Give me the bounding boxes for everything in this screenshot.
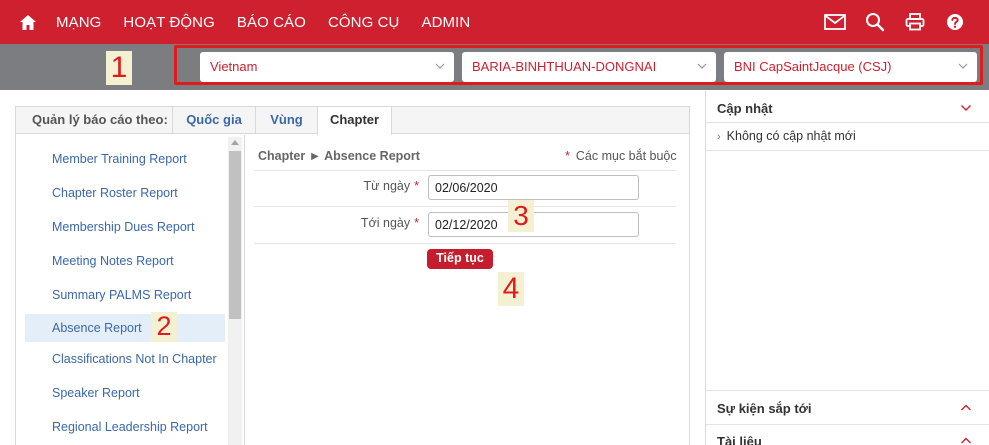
scroll-up-arrow-icon[interactable] — [231, 140, 239, 145]
to-date-label: Tới ngày * — [329, 216, 419, 230]
chevron-up-icon[interactable] — [960, 402, 972, 414]
chevron-down-icon — [435, 63, 445, 69]
events-title[interactable]: Sự kiện sắp tới — [717, 401, 812, 416]
required-note: * Các mục bắt buộc — [565, 149, 677, 163]
mail-button[interactable] — [815, 0, 855, 44]
home-button[interactable] — [0, 0, 56, 44]
report-membership-dues[interactable]: Membership Dues Report — [25, 213, 225, 241]
chevron-down-icon[interactable] — [960, 102, 972, 114]
help-button[interactable] — [935, 0, 975, 44]
region-select-value: BARIA-BINHTHUAN-DONGNAI — [472, 59, 657, 74]
report-member-training[interactable]: Member Training Report — [25, 145, 225, 173]
form-divider — [254, 243, 676, 244]
chapter-select-value: BNI CapSaintJacque (CSJ) — [734, 59, 892, 74]
chevron-down-icon — [958, 63, 968, 69]
required-star: * — [414, 179, 419, 193]
report-list: Member Training Report Chapter Roster Re… — [25, 142, 227, 445]
from-date-input[interactable]: 02/06/2020 — [428, 175, 639, 200]
nav-tools[interactable]: CÔNG CỤ — [328, 14, 400, 31]
region-select[interactable]: BARIA-BINHTHUAN-DONGNAI — [462, 52, 716, 82]
printer-icon — [905, 13, 925, 31]
tab-country[interactable]: Quốc gia — [172, 107, 255, 134]
annotation-3: 3 — [508, 200, 534, 232]
nav-reports[interactable]: BÁO CÁO — [237, 14, 306, 31]
annotation-2: 2 — [151, 312, 177, 342]
tabs-label: Quản lý báo cáo theo: — [32, 112, 168, 127]
docs-title[interactable]: Tài liệu — [717, 434, 762, 445]
nav-network[interactable]: MẠNG — [56, 14, 101, 31]
report-summary-palms[interactable]: Summary PALMS Report — [25, 281, 225, 309]
search-button[interactable] — [855, 0, 895, 44]
nav-activities[interactable]: HOẠT ĐỘNG — [123, 14, 214, 31]
tab-chapter[interactable]: Chapter — [317, 107, 392, 135]
chevron-up-icon[interactable] — [960, 435, 972, 445]
required-note-text: Các mục bắt buộc — [575, 149, 677, 163]
annotation-4: 4 — [498, 272, 524, 306]
tab-region[interactable]: Vùng — [255, 107, 317, 134]
home-icon — [20, 14, 36, 30]
top-navigation: MẠNG HOẠT ĐỘNG BÁO CÁO CÔNG CỤ ADMIN — [0, 0, 989, 44]
chevron-down-icon — [697, 63, 707, 69]
form-breadcrumb: Chapter ► Absence Report — [258, 149, 420, 163]
report-meeting-notes[interactable]: Meeting Notes Report — [25, 247, 225, 275]
report-absence[interactable]: Absence Report — [25, 314, 225, 342]
report-regional-leadership[interactable]: Regional Leadership Report — [25, 413, 225, 441]
panel-divider — [244, 135, 245, 445]
search-icon — [866, 13, 885, 32]
annotation-1: 1 — [106, 51, 132, 85]
required-star: * — [414, 216, 419, 230]
from-date-label-text: Từ ngày — [363, 179, 411, 193]
updates-title[interactable]: Cập nhật — [717, 101, 773, 116]
report-chapter-roster[interactable]: Chapter Roster Report — [25, 179, 225, 207]
updates-item: › Không có cập nhật mới — [717, 129, 856, 143]
report-tabs: Quản lý báo cáo theo: Quốc gia Vùng Chap… — [16, 107, 689, 135]
updates-divider — [706, 122, 989, 123]
scrollbar-thumb[interactable] — [229, 151, 241, 319]
chapter-select[interactable]: BNI CapSaintJacque (CSJ) — [724, 52, 977, 82]
docs-divider — [706, 424, 989, 425]
nav-icon-group — [815, 0, 975, 44]
right-sidebar: Cập nhật › Không có cập nhật mới Sự kiện … — [705, 91, 989, 445]
help-icon — [947, 14, 963, 30]
required-star: * — [565, 149, 570, 163]
continue-button[interactable]: Tiếp tục — [427, 249, 493, 269]
nav-admin[interactable]: ADMIN — [421, 14, 470, 31]
country-select[interactable]: Vietnam — [200, 52, 454, 82]
from-date-label: Từ ngày * — [329, 179, 419, 193]
report-list-scrollbar[interactable] — [228, 137, 242, 445]
updates-item-text: Không có cập nhật mới — [726, 129, 856, 143]
chevron-right-icon: › — [717, 131, 721, 143]
report-classifications[interactable]: Classifications Not In Chapter — [25, 345, 225, 373]
country-select-value: Vietnam — [210, 59, 258, 74]
to-date-label-text: Tới ngày — [360, 216, 411, 230]
form-divider — [254, 206, 676, 207]
form-divider — [254, 170, 676, 171]
print-button[interactable] — [895, 0, 935, 44]
events-divider — [706, 390, 989, 391]
report-speaker[interactable]: Speaker Report — [25, 379, 225, 407]
updates-divider — [706, 150, 989, 151]
mail-icon — [824, 14, 846, 30]
